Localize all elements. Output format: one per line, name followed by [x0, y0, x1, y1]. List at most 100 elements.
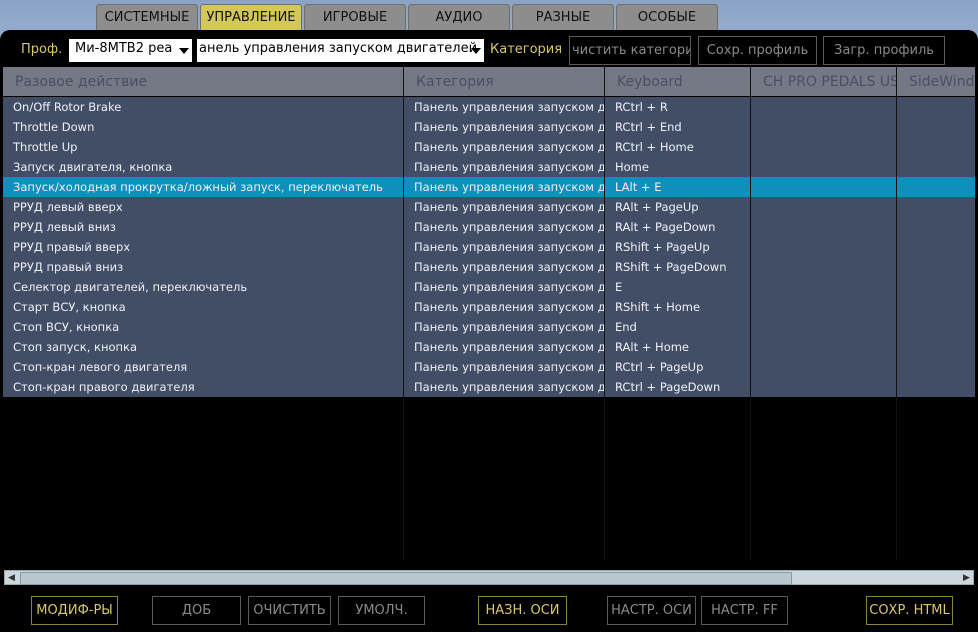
cell-category[interactable]: Панель управления запуском двигателей [404, 177, 605, 197]
assign-axes-button[interactable]: НАЗН. ОСИ [478, 596, 567, 625]
cell-category[interactable]: Панель управления запуском двигателей [404, 277, 605, 297]
table-row[interactable]: РРУД правый вниз Панель управления запуск… [3, 257, 975, 277]
save-html-button[interactable]: СОХР. HTML [866, 596, 953, 625]
cell-keyboard[interactable]: E [605, 277, 751, 297]
cell-keyboard[interactable]: RCtrl + Home [605, 137, 751, 157]
cell-pedals[interactable] [751, 297, 897, 317]
cell-sidewinder[interactable] [897, 217, 975, 237]
cell-keyboard[interactable]: RAlt + PageDown [605, 217, 751, 237]
table-row[interactable]: Стоп запуск, кнопка Панель управления зап… [3, 337, 975, 357]
cell-category[interactable]: Панель управления запуском двигателей [404, 257, 605, 277]
cell-keyboard[interactable]: RCtrl + R [605, 97, 751, 117]
clear-button[interactable]: ОЧИСТИТЬ [248, 596, 331, 625]
table-row[interactable]: On/Off Rotor Brake Панель управления запу… [3, 97, 975, 117]
column-header-keyboard[interactable]: Keyboard [605, 67, 751, 96]
cell-sidewinder[interactable] [897, 377, 975, 397]
cell-action[interactable]: Стоп-кран правого двигателя [3, 377, 404, 397]
cell-keyboard[interactable]: Home [605, 157, 751, 177]
cell-category[interactable]: Панель управления запуском двигателей [404, 157, 605, 177]
cell-sidewinder[interactable] [897, 357, 975, 377]
cell-action[interactable]: Стоп ВСУ, кнопка [3, 317, 404, 337]
table-row[interactable]: Запуск/холодная прокрутка/ложный запуск,… [3, 177, 975, 197]
cell-action[interactable]: РРУД правый вниз [3, 257, 404, 277]
cell-pedals[interactable] [751, 157, 897, 177]
cell-action[interactable]: Стоп-кран левого двигателя [3, 357, 404, 377]
cell-category[interactable]: Панель управления запуском двигателей [404, 137, 605, 157]
column-header-category[interactable]: Категория [404, 67, 605, 96]
clear-category-button[interactable]: чистить категори [569, 36, 691, 65]
cell-keyboard[interactable]: End [605, 317, 751, 337]
cell-keyboard[interactable]: RCtrl + PageDown [605, 377, 751, 397]
tab-3[interactable]: АУДИО [408, 4, 510, 30]
cell-pedals[interactable] [751, 97, 897, 117]
save-profile-button[interactable]: Сохр. профиль [698, 36, 817, 65]
column-header-action[interactable]: Разовое действие [3, 67, 404, 96]
table-row[interactable]: Селектор двигателей, переключатель Панель… [3, 277, 975, 297]
cell-sidewinder[interactable] [897, 197, 975, 217]
cell-category[interactable]: Панель управления запуском двигателей [404, 117, 605, 137]
table-row[interactable]: Старт ВСУ, кнопка Панель управления запус… [3, 297, 975, 317]
cell-category[interactable]: Панель управления запуском двигателей [404, 377, 605, 397]
cell-action[interactable]: РРУД левый вверх [3, 197, 404, 217]
add-button[interactable]: ДОБ [152, 596, 241, 625]
cell-pedals[interactable] [751, 177, 897, 197]
cell-action[interactable]: Старт ВСУ, кнопка [3, 297, 404, 317]
cell-pedals[interactable] [751, 137, 897, 157]
cell-category[interactable]: Панель управления запуском двигателей [404, 337, 605, 357]
cell-keyboard[interactable]: RAlt + PageUp [605, 197, 751, 217]
cell-pedals[interactable] [751, 237, 897, 257]
category-filter-select[interactable]: анель управления запуском двигателей [197, 39, 484, 62]
column-header-sidewinder[interactable]: SideWinde [897, 67, 975, 96]
cell-category[interactable]: Панель управления запуском двигателей [404, 217, 605, 237]
table-row[interactable]: РРУД правый вверх Панель управления запус… [3, 237, 975, 257]
table-row[interactable]: РРУД левый вверх Панель управления запуск… [3, 197, 975, 217]
cell-action[interactable]: Селектор двигателей, переключатель [3, 277, 404, 297]
cell-pedals[interactable] [751, 317, 897, 337]
cell-sidewinder[interactable] [897, 117, 975, 137]
cell-keyboard[interactable]: RShift + PageDown [605, 257, 751, 277]
cell-action[interactable]: On/Off Rotor Brake [3, 97, 404, 117]
cell-pedals[interactable] [751, 257, 897, 277]
cell-keyboard[interactable]: RShift + Home [605, 297, 751, 317]
scrollbar-thumb[interactable] [20, 572, 792, 585]
cell-pedals[interactable] [751, 117, 897, 137]
cell-pedals[interactable] [751, 277, 897, 297]
cell-action[interactable]: Стоп запуск, кнопка [3, 337, 404, 357]
table-row[interactable]: Стоп-кран правого двигателя Панель управл… [3, 377, 975, 397]
table-row[interactable]: Стоп-кран левого двигателя Панель управле… [3, 357, 975, 377]
tab-1[interactable]: УПРАВЛЕНИЕ [200, 4, 302, 30]
table-row[interactable]: Throttle Down Панель управления запуском … [3, 117, 975, 137]
cell-sidewinder[interactable] [897, 317, 975, 337]
cell-sidewinder[interactable] [897, 297, 975, 317]
tab-2[interactable]: ИГРОВЫЕ [304, 4, 406, 30]
cell-action[interactable]: Throttle Down [3, 117, 404, 137]
table-row[interactable]: Throttle UpПанель управления запуском дв… [3, 137, 975, 157]
cell-sidewinder[interactable] [897, 337, 975, 357]
cell-sidewinder[interactable] [897, 97, 975, 117]
table-row[interactable]: РРУД левый вниз Панель управления запуско… [3, 217, 975, 237]
cell-action[interactable]: РРУД правый вверх [3, 237, 404, 257]
cell-sidewinder[interactable] [897, 137, 975, 157]
scroll-left-icon[interactable]: ◀ [5, 571, 18, 584]
cell-action[interactable]: Запуск двигателя, кнопка [3, 157, 404, 177]
cell-category[interactable]: Панель управления запуском двигателей [404, 297, 605, 317]
cell-action[interactable]: Throttle Up [3, 137, 404, 157]
cell-pedals[interactable] [751, 377, 897, 397]
cell-sidewinder[interactable] [897, 157, 975, 177]
horizontal-scrollbar[interactable]: ◀ ▶ [4, 570, 974, 585]
tab-4[interactable]: РАЗНЫЕ [512, 4, 614, 30]
cell-keyboard[interactable]: LAlt + E [605, 177, 751, 197]
cell-keyboard[interactable]: RCtrl + End [605, 117, 751, 137]
cell-category[interactable]: Панель управления запуском двигателей [404, 237, 605, 257]
cell-sidewinder[interactable] [897, 237, 975, 257]
cell-pedals[interactable] [751, 217, 897, 237]
cell-pedals[interactable] [751, 357, 897, 377]
modifiers-button[interactable]: МОДИФ-РЫ [31, 596, 118, 625]
load-profile-button[interactable]: Загр. профиль [823, 36, 945, 65]
cell-action[interactable]: РРУД левый вниз [3, 217, 404, 237]
table-row[interactable]: Стоп ВСУ, кнопка Панель управления запуск… [3, 317, 975, 337]
axis-settings-button[interactable]: НАСТР. ОСИ [607, 596, 696, 625]
ff-settings-button[interactable]: НАСТР. FF [701, 596, 788, 625]
cell-category[interactable]: Панель управления запуском двигателей [404, 97, 605, 117]
column-header-pedals[interactable]: CH PRO PEDALS USE [751, 67, 897, 96]
